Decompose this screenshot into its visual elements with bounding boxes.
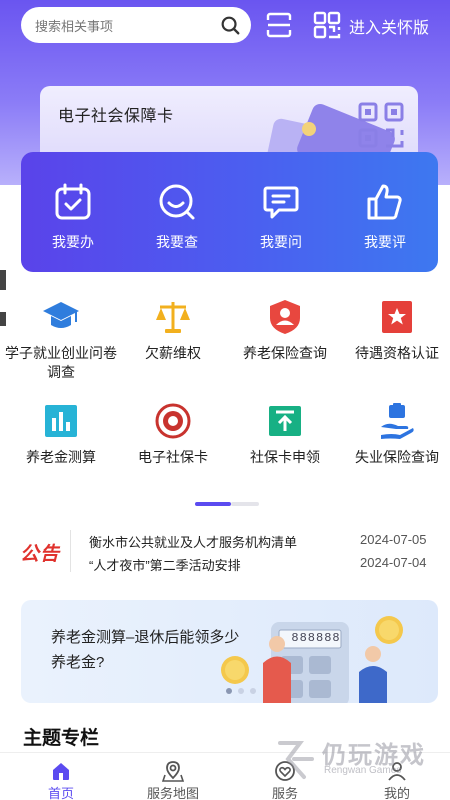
notice-item-date: 2024-07-05: [360, 532, 427, 547]
service-item[interactable]: 养老保险查询: [229, 298, 341, 388]
search-bar[interactable]: 搜索相关事项: [21, 7, 251, 43]
section-title: 主题专栏: [23, 728, 100, 749]
notice-item-date: 2024-07-04: [360, 555, 427, 570]
search-placeholder: 搜索相关事项: [35, 18, 114, 34]
graduation-cap-icon: [43, 302, 79, 328]
shield-user-icon: [270, 300, 300, 334]
quick-action-ask[interactable]: 我要问: [229, 152, 333, 272]
quick-action-query[interactable]: 我要查: [125, 152, 229, 272]
care-mode-link[interactable]: 进入关怀版: [349, 14, 429, 38]
quick-action-label: 我要问: [260, 234, 302, 250]
tab-label: 服务: [271, 786, 298, 800]
page-indicator-inactive: [231, 502, 259, 506]
service-item[interactable]: 电子社保卡: [117, 402, 229, 472]
tab-mine[interactable]: 我的: [341, 753, 450, 800]
quick-action-label: 我要查: [156, 234, 198, 250]
service-label: 电子社保卡: [138, 449, 208, 465]
notice-item-title[interactable]: 衡水市公共就业及人才服务机构清单: [89, 532, 297, 551]
service-item[interactable]: 失业保险查询: [341, 402, 450, 472]
page-indicator-active: [195, 502, 231, 506]
service-label: 待遇资格认证: [355, 345, 439, 361]
heart-icon: [275, 761, 295, 781]
search-smile-icon: [159, 184, 195, 220]
seal-icon: [155, 403, 191, 439]
notice-item-title[interactable]: “人才夜市”第二季活动安排: [89, 555, 241, 574]
service-label: 学子就业创业问卷调查: [5, 345, 117, 380]
page-indicator: [195, 502, 259, 506]
thumbs-up-icon: [367, 184, 402, 220]
qr-code-icon: [358, 102, 404, 148]
service-label: 欠薪维权: [145, 345, 201, 361]
quick-action-rate[interactable]: 我要评: [333, 152, 437, 272]
calc-display: 888888: [291, 631, 341, 645]
social-card-title: 电子社会保障卡: [58, 108, 174, 125]
qr-code-icon[interactable]: [312, 10, 342, 40]
service-item[interactable]: 待遇资格认证: [341, 298, 450, 388]
banner-dot: [250, 688, 256, 694]
tab-label: 我的: [383, 786, 410, 800]
quick-action-label: 我要办: [52, 234, 94, 250]
banner-dot-active: [226, 688, 232, 694]
tab-home[interactable]: 首页: [5, 753, 117, 800]
quick-action-handle[interactable]: 我要办: [21, 152, 125, 272]
service-item[interactable]: 社保卡申领: [229, 402, 341, 472]
service-label: 养老金测算: [26, 449, 96, 465]
hand-briefcase-icon: [381, 403, 414, 439]
star-badge-icon: [382, 301, 412, 333]
scales-icon: [156, 302, 190, 333]
service-label: 失业保险查询: [355, 449, 439, 465]
calendar-check-icon: [55, 183, 91, 220]
map-pin-icon: [162, 761, 184, 782]
quick-action-label: 我要评: [364, 234, 406, 250]
bar-chart-icon: [45, 405, 77, 437]
search-icon[interactable]: [219, 14, 241, 36]
user-icon: [388, 762, 406, 781]
service-item[interactable]: 养老金测算: [5, 402, 117, 472]
service-label: 社保卡申领: [250, 449, 320, 465]
home-icon: [53, 763, 69, 780]
notice-logo: 公告: [20, 544, 61, 565]
pension-calc-banner[interactable]: 养老金测算–退休后能领多少养老金? 888888: [21, 600, 438, 703]
bottom-tab-bar: 首页 服务地图 服务 我的: [0, 752, 450, 800]
divider: [70, 530, 71, 572]
banner-dot: [238, 688, 244, 694]
chat-bubble-icon: [263, 186, 299, 219]
tab-service-map[interactable]: 服务地图: [117, 753, 229, 800]
service-item[interactable]: 学子就业创业问卷调查: [5, 298, 117, 388]
tab-label: 首页: [47, 786, 74, 800]
scan-icon[interactable]: [264, 10, 294, 40]
quick-action-panel: 我要办 我要查 我要问 我要评: [21, 152, 438, 272]
upload-card-icon: [269, 406, 301, 436]
tab-services[interactable]: 服务: [229, 753, 341, 800]
service-label: 养老保险查询: [243, 345, 327, 361]
service-item[interactable]: 欠薪维权: [117, 298, 229, 388]
banner-indicator: [226, 688, 256, 694]
tab-label: 服务地图: [146, 786, 199, 800]
card-chip: [302, 122, 316, 136]
edge-artifact: [0, 270, 6, 290]
